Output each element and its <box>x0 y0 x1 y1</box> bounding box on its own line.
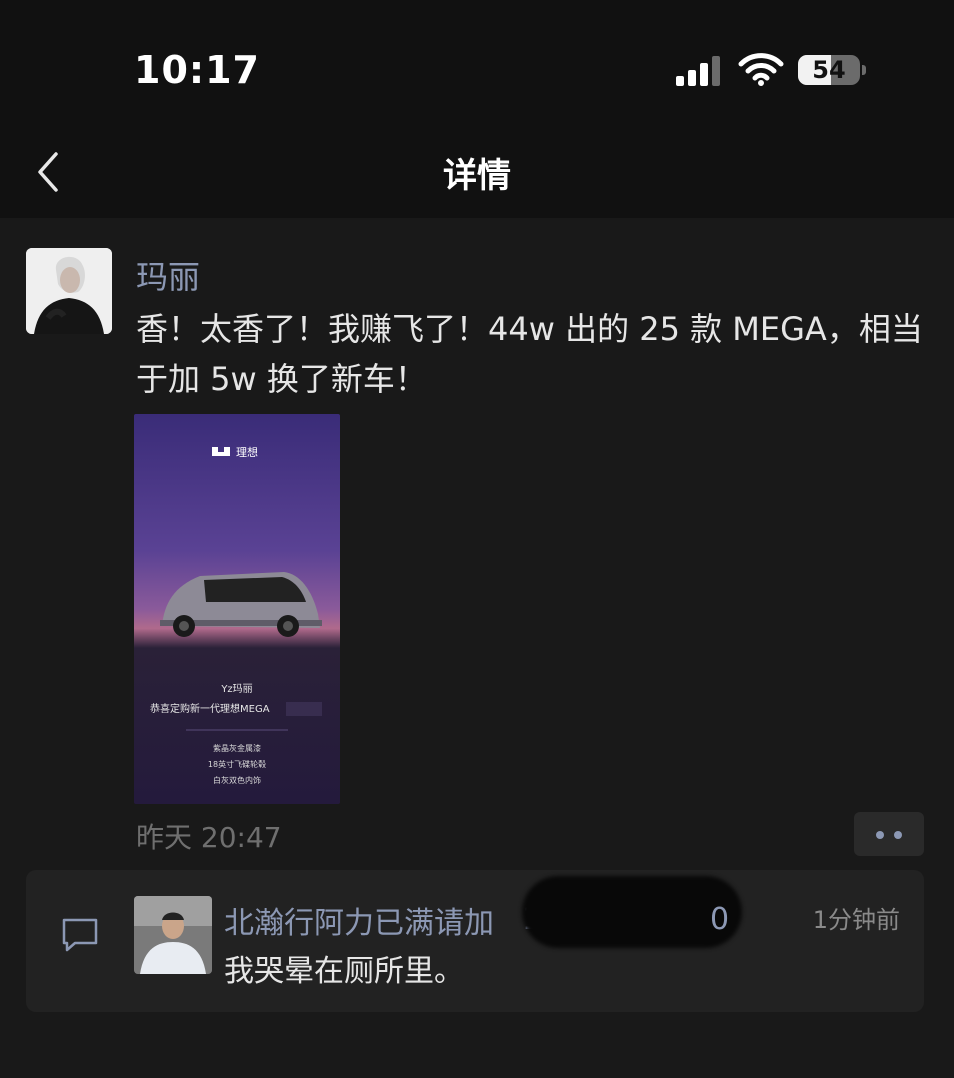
nav-bar: 详情 <box>0 130 954 218</box>
image-congrats-line: 恭喜定购新一代理想MEGA <box>150 702 270 715</box>
more-dots-icon <box>876 831 884 839</box>
battery-percent: 54 <box>812 56 846 84</box>
comment-bubble-icon <box>62 918 98 952</box>
author-avatar[interactable] <box>26 248 112 334</box>
commenter-name[interactable]: 北瀚行阿力已满请加 <box>224 898 494 942</box>
status-time: 10:17 <box>134 48 260 92</box>
image-brand: 理想 <box>236 445 258 459</box>
commenter-name-partial-tail: 0 <box>710 902 730 937</box>
comment-time: 1分钟前 <box>812 906 900 934</box>
more-dots-icon <box>894 831 902 839</box>
post-text: 香！太香了！我赚飞了！44w 出的 25 款 MEGA，相当于加 5w 换了新车… <box>136 310 923 398</box>
image-config-line-3: 白灰双色内饰 <box>213 775 261 785</box>
battery-indicator: 54 <box>798 52 868 88</box>
cellular-signal-icon <box>676 56 720 86</box>
post-image[interactable]: 理想 Yz玛丽 恭喜定购新一代理想MEGA 紫晶灰金属漆 18英寸飞碟轮毂 白灰… <box>134 414 340 804</box>
more-button[interactable] <box>854 812 924 856</box>
image-config-line-2: 18英寸飞碟轮毂 <box>208 759 266 769</box>
page-title: 详情 <box>443 156 511 196</box>
commenter-avatar[interactable] <box>134 896 212 974</box>
redaction-mark <box>522 876 742 948</box>
post-author-name[interactable]: 玛丽 <box>136 252 200 298</box>
comment-text: 我哭晕在厕所里。 <box>224 954 464 989</box>
status-bar: 10:17 54 <box>0 0 954 130</box>
comment-panel: 北瀚行阿力已满请加 1 0 1分钟前 我哭晕在厕所里。 <box>26 870 924 1012</box>
image-config-line-1: 紫晶灰金属漆 <box>213 743 261 753</box>
image-name-line: Yz玛丽 <box>220 683 252 695</box>
post-timestamp: 昨天 20:47 <box>136 821 282 854</box>
wifi-icon <box>738 53 784 86</box>
